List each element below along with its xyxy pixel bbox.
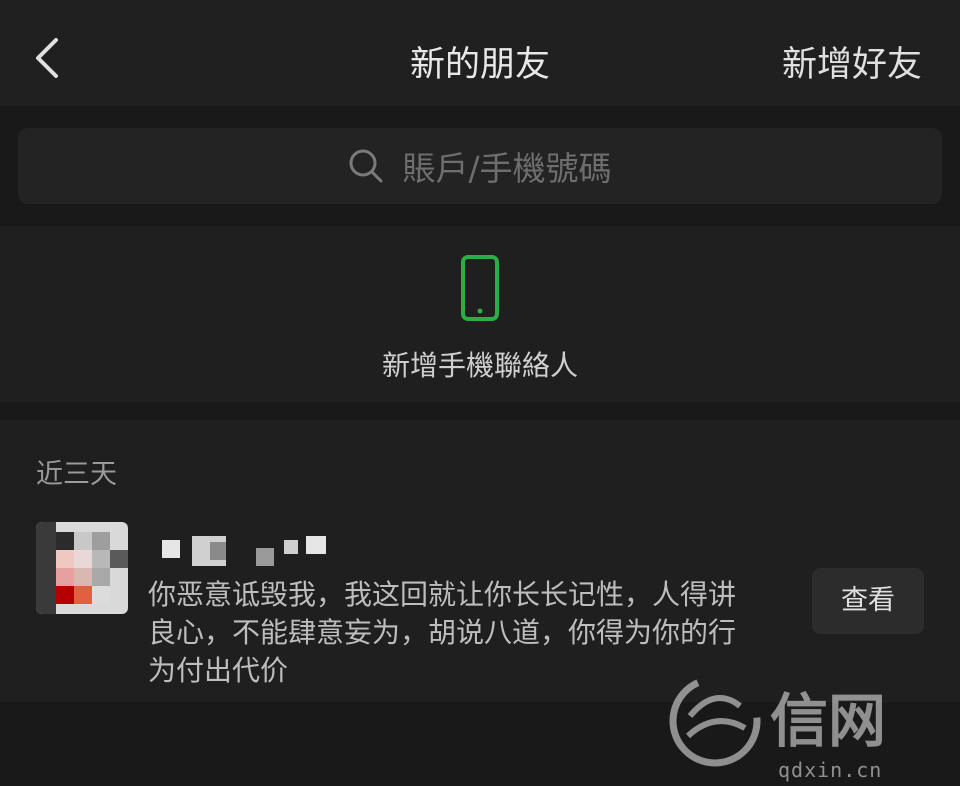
phone-icon	[461, 255, 499, 321]
search-placeholder: 賬戶/手機號碼	[402, 149, 612, 188]
add-friend-button[interactable]: 新增好友	[782, 36, 922, 87]
search-section: 賬戶/手機號碼	[0, 106, 960, 224]
add-phone-contacts-label: 新增手機聯絡人	[381, 349, 578, 382]
request-message: 你恶意诋毁我，我这回就让你长长记性，人得讲良心，不能肆意妄为，胡说八道，你得为你…	[148, 578, 737, 687]
watermark-domain: qdxin.cn	[778, 758, 883, 782]
section-heading: 近三天	[36, 459, 117, 490]
watermark: 信网 qdxin.cn	[660, 666, 900, 786]
nav-header: 新的朋友 新增好友	[0, 0, 960, 106]
watermark-brand: 信网	[770, 687, 887, 755]
contact-name-mosaic	[162, 536, 332, 572]
view-button[interactable]: 查看	[812, 568, 924, 634]
search-input[interactable]: 賬戶/手機號碼	[18, 128, 942, 204]
avatar	[36, 522, 128, 614]
recent-requests-section: 近三天 你恶意诋毁我，我这回就让你长长记性，人得讲良心，不能肆意妄为，胡说八道，…	[0, 420, 960, 782]
brand-logo-icon	[669, 675, 761, 767]
friend-request-item[interactable]: 你恶意诋毁我，我这回就让你长长记性，人得讲良心，不能肆意妄为，胡说八道，你得为你…	[0, 516, 960, 782]
add-phone-contacts-button[interactable]: 新增手機聯絡人	[0, 226, 960, 402]
search-icon	[349, 149, 383, 183]
